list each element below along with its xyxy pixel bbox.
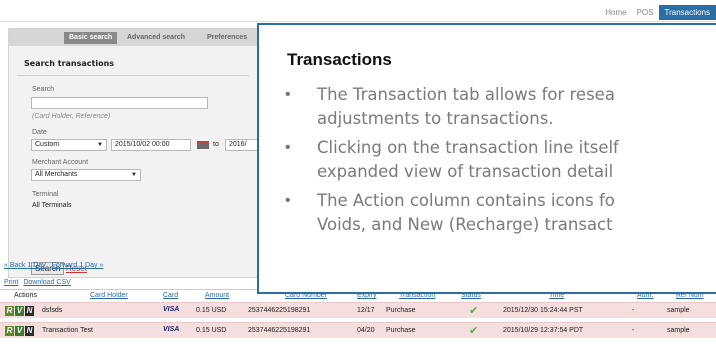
- tab-basic-search[interactable]: Basic search: [64, 32, 118, 44]
- check-icon: ✔: [469, 305, 479, 317]
- tab-preferences[interactable]: Preferences: [207, 32, 247, 44]
- transaction-type-cell: Purchase: [386, 327, 416, 334]
- back-day-link[interactable]: « Back 1 Day: [4, 262, 46, 269]
- row-actions: R V N: [5, 306, 34, 316]
- panel-title: Search transactions: [24, 59, 115, 68]
- column-header-amount[interactable]: Amount: [205, 292, 229, 299]
- callout-line: Voids, and New (Recharge) transact: [317, 215, 613, 234]
- nav-pos[interactable]: POS: [632, 8, 659, 17]
- check-icon: ✔: [469, 325, 479, 337]
- day-pager: « Back 1 Day Forward 1 Day »: [4, 262, 103, 269]
- callout-line: expanded view of transaction detail: [317, 162, 614, 181]
- bullet-icon: •: [285, 192, 291, 209]
- ref-num-cell: sample: [667, 327, 690, 334]
- dropdown-arrow-icon: ▼: [97, 142, 103, 148]
- card-holder-cell: Transaction Test: [42, 327, 93, 334]
- divider: [17, 75, 249, 76]
- bullet-icon: •: [285, 86, 291, 103]
- table-row[interactable]: R V N Transaction Test VISA 0.15 USD 253…: [0, 322, 716, 338]
- auth-cell: -: [632, 307, 635, 314]
- terminal-value: All Terminals: [32, 202, 72, 209]
- transaction-type-cell: Purchase: [386, 307, 416, 314]
- table-tools: Print Download CSV: [4, 279, 71, 286]
- download-csv-link[interactable]: Download CSV: [23, 279, 70, 286]
- tab-advanced-search[interactable]: Advanced search: [127, 32, 185, 44]
- date-to-input[interactable]: 2016/: [225, 139, 257, 151]
- card-number-cell: 2537446225198291: [248, 327, 311, 334]
- callout-line: The Transaction tab allows for resea: [317, 85, 615, 104]
- date-mode-value: Custom: [35, 141, 60, 148]
- date-label: Date: [32, 129, 47, 136]
- column-header-card[interactable]: Card: [163, 292, 178, 299]
- new-icon[interactable]: N: [25, 306, 34, 316]
- card-brand-cell: VISA: [163, 306, 180, 313]
- expiry-cell: 12/17: [357, 307, 375, 314]
- top-nav-links: Home POS Transactions: [600, 4, 716, 20]
- time-cell: 2015/12/30 15:24:44 PST: [503, 307, 583, 314]
- terminal-label: Terminal: [32, 191, 59, 198]
- callout-line: adjustments to transactions.: [317, 109, 554, 128]
- bullet-icon: •: [285, 139, 291, 156]
- calendar-icon[interactable]: [197, 141, 209, 149]
- new-icon[interactable]: N: [25, 326, 34, 336]
- table-row[interactable]: R V N dsfsds VISA 0.15 USD 2537446225198…: [0, 302, 716, 318]
- column-header-card-holder[interactable]: Card Holder: [90, 292, 128, 299]
- search-hint: (Card Holder, Reference): [32, 113, 111, 120]
- nav-transactions[interactable]: Transactions: [658, 4, 716, 20]
- search-input[interactable]: [31, 97, 208, 109]
- merchant-select[interactable]: All Merchants ▼: [31, 169, 141, 181]
- time-cell: 2015/10/29 12:37:54 PDT: [503, 327, 584, 334]
- merchant-label: Merchant Account: [32, 159, 89, 166]
- search-panel: Basic search Advanced search Preferences…: [8, 28, 258, 278]
- top-navigation: Home POS Transactions: [0, 0, 716, 22]
- void-icon[interactable]: V: [15, 326, 24, 336]
- search-subtabs: Basic search Advanced search Preferences: [9, 29, 257, 46]
- expiry-cell: 04/20: [357, 327, 375, 334]
- transactions-callout: Transactions • The Transaction tab allow…: [257, 23, 716, 294]
- card-number-cell: 2537446225198291: [248, 307, 311, 314]
- search-label: Search: [32, 86, 55, 93]
- refund-icon[interactable]: R: [5, 326, 14, 336]
- print-link[interactable]: Print: [4, 279, 18, 286]
- date-mode-select[interactable]: Custom ▼: [31, 139, 107, 151]
- callout-line: The Action column contains icons fo: [317, 191, 615, 210]
- card-holder-cell: dsfsds: [42, 307, 63, 314]
- nav-home[interactable]: Home: [600, 8, 631, 17]
- ref-num-cell: sample: [667, 307, 690, 314]
- column-header-actions: Actions: [14, 292, 37, 299]
- void-icon[interactable]: V: [15, 306, 24, 316]
- date-to-label: to: [213, 141, 219, 148]
- refund-icon[interactable]: R: [5, 306, 14, 316]
- row-actions: R V N: [5, 326, 34, 336]
- callout-line: Clicking on the transaction line itself: [317, 138, 619, 157]
- date-from-input[interactable]: 2015/10/02 00:00: [111, 139, 191, 151]
- callout-title: Transactions: [287, 50, 392, 69]
- amount-cell: 0.15 USD: [196, 327, 227, 334]
- amount-cell: 0.15 USD: [196, 307, 227, 314]
- card-brand-cell: VISA: [163, 326, 180, 333]
- auth-cell: -: [632, 327, 635, 334]
- dropdown-arrow-icon: ▼: [131, 172, 137, 178]
- forward-day-link[interactable]: Forward 1 Day »: [52, 262, 104, 269]
- merchant-value: All Merchants: [35, 171, 78, 178]
